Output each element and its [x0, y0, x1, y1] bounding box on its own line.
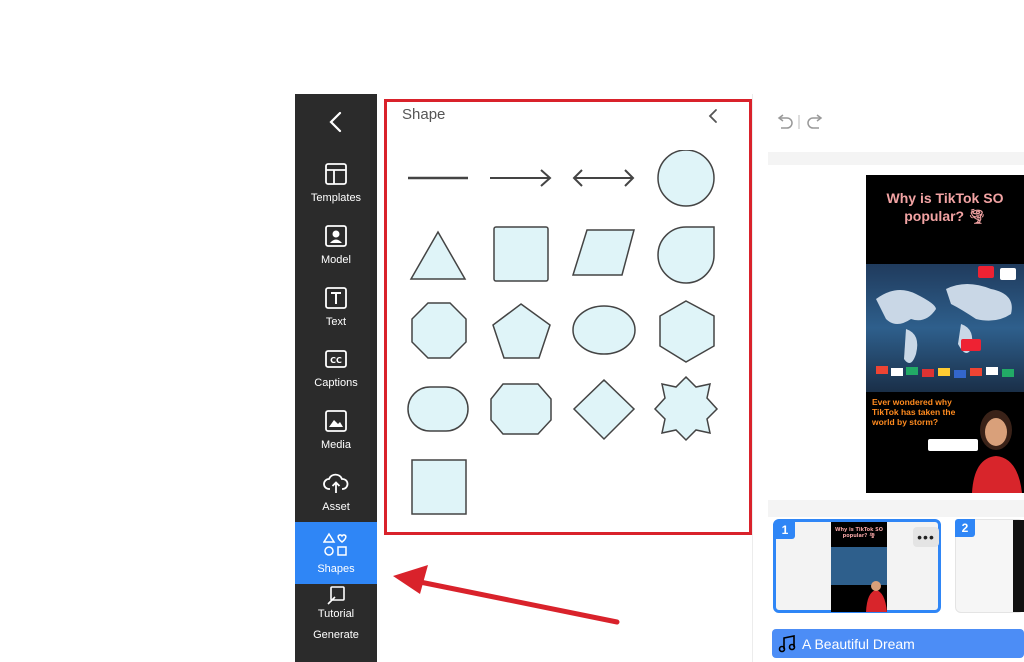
- slide-preview[interactable]: Why is TikTok SO popular? 🌪 Ever wondere…: [866, 175, 1024, 493]
- shapes-icon: [323, 532, 349, 558]
- music-note-icon: [772, 634, 802, 653]
- sidebar-item-label: Templates: [310, 191, 362, 204]
- text-icon: [323, 285, 349, 311]
- presenter-image: [964, 400, 1024, 493]
- sidebar-item-shapes[interactable]: Shapes: [295, 522, 377, 584]
- thumbnail-number: 1: [775, 521, 795, 539]
- sidebar-item-label: Media: [321, 438, 351, 451]
- sidebar: Templates Model Text CC Captions Media A…: [295, 94, 377, 662]
- sidebar-item-templates[interactable]: Templates: [295, 152, 377, 212]
- slide-title: Why is TikTok SO popular? 🌪: [886, 190, 1004, 224]
- image-icon: [323, 408, 349, 434]
- sidebar-item-model[interactable]: Model: [295, 214, 377, 274]
- slide-thumbnail-1[interactable]: 1 Why is TikTok SO popular? 🌪 •••: [773, 519, 941, 613]
- sidebar-item-text[interactable]: Text: [295, 276, 377, 336]
- undo-icon[interactable]: [777, 114, 793, 129]
- sidebar-item-captions[interactable]: CC Captions: [295, 337, 377, 397]
- chevron-left-icon: [329, 111, 342, 133]
- upload-cloud-icon: [323, 470, 349, 496]
- svg-text:CC: CC: [330, 356, 342, 365]
- svg-text:popular? 🌪: popular? 🌪: [843, 532, 876, 539]
- sidebar-item-label: Captions: [314, 376, 358, 389]
- slide-subtitle: Ever wondered why TikTok has taken the w…: [872, 397, 956, 427]
- music-track-title: A Beautiful Dream: [802, 635, 915, 652]
- person-icon: [323, 223, 349, 249]
- sidebar-item-generate[interactable]: Generate: [295, 585, 377, 641]
- sidebar-item-label: Model: [321, 253, 351, 266]
- thumbnail-number: 2: [955, 519, 975, 537]
- thumbnail-preview: [1013, 520, 1024, 612]
- captions-icon: CC: [323, 346, 349, 372]
- sidebar-item-media[interactable]: Media: [295, 399, 377, 459]
- collapse-back-button[interactable]: [295, 94, 377, 150]
- slide-thumbnail-2[interactable]: 2: [955, 519, 1024, 613]
- music-track[interactable]: A Beautiful Dream: [772, 629, 1024, 658]
- thumbnail-preview: Why is TikTok SO popular? 🌪: [831, 522, 887, 612]
- sidebar-item-label: Asset: [322, 500, 350, 513]
- world-map-image: [866, 264, 1024, 392]
- sidebar-item-label: Generate: [313, 629, 359, 641]
- generate-icon: [323, 585, 349, 607]
- layout-icon: [323, 161, 349, 187]
- thumbnail-more-button[interactable]: •••: [913, 527, 939, 547]
- redo-icon[interactable]: [807, 114, 823, 129]
- highlight-box: [384, 99, 752, 535]
- sidebar-item-label: Text: [325, 315, 347, 328]
- sidebar-item-label: Shapes: [317, 562, 355, 575]
- undo-redo-toolbar: [775, 113, 825, 136]
- sidebar-item-asset[interactable]: Asset: [295, 461, 377, 521]
